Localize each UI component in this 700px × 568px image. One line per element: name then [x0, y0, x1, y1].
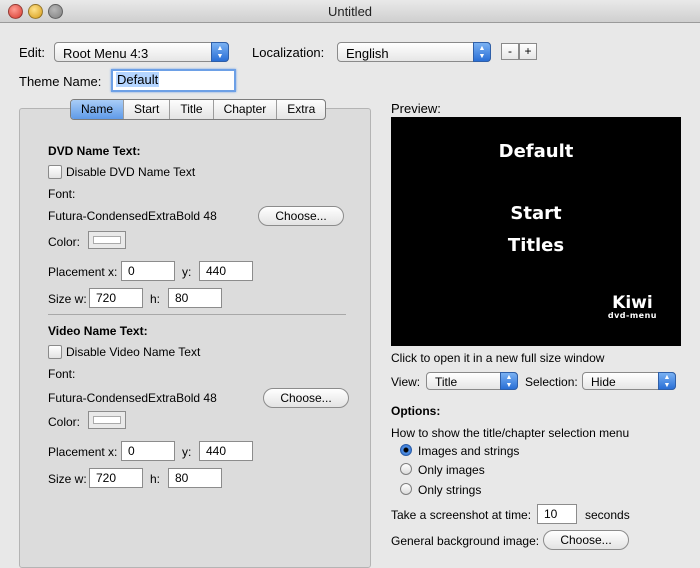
video-h-input[interactable]: 80 — [168, 468, 222, 488]
radio-only-strings-label: Only strings — [418, 483, 482, 497]
selection-popup[interactable]: Hide ▲ ▼ — [582, 372, 676, 390]
kiwi-logo: Kiwi dvd-menu — [607, 293, 657, 321]
kiwi-logo-subtext: dvd-menu — [607, 311, 657, 320]
disable-video-name-label: Disable Video Name Text — [66, 345, 201, 359]
dvd-h-input[interactable]: 80 — [168, 288, 222, 308]
video-font-label: Font: — [48, 367, 76, 381]
localization-popup[interactable]: English ▲ ▼ — [337, 42, 491, 62]
preview-titles-text: Titles — [507, 235, 565, 256]
video-y-label: y: — [182, 445, 192, 459]
video-font-value: Futura-CondensedExtraBold 48 — [48, 391, 217, 405]
radio-images-and-strings-label: Images and strings — [418, 444, 520, 458]
selection-label: Selection: — [525, 375, 578, 389]
preview-hint: Click to open it in a new full size wind… — [391, 351, 605, 365]
dvd-font-label: Font: — [48, 187, 76, 201]
dvd-x-input[interactable]: 0 — [121, 261, 175, 281]
radio-only-images[interactable] — [400, 463, 412, 475]
seconds-label: seconds — [585, 508, 630, 522]
dvd-y-input[interactable]: 440 — [199, 261, 253, 281]
tab-bar: Name Start Title Chapter Extra — [70, 99, 327, 120]
radio-only-images-label: Only images — [418, 463, 485, 477]
kiwi-logo-text: Kiwi — [612, 293, 653, 313]
tab-start[interactable]: Start — [124, 100, 171, 119]
video-placement-label: Placement x: — [48, 445, 118, 459]
preview-title-text: Default — [498, 141, 574, 162]
dvd-name-heading: DVD Name Text: — [48, 144, 141, 158]
radio-only-strings[interactable] — [400, 483, 412, 495]
preview-start-text: Start — [510, 203, 562, 224]
edit-label: Edit: — [19, 45, 46, 60]
options-question: How to show the title/chapter selection … — [391, 426, 630, 440]
section-divider — [48, 314, 346, 315]
view-value: Title — [435, 375, 458, 389]
tab-chapter[interactable]: Chapter — [214, 100, 278, 119]
background-choose-button[interactable]: Choose... — [543, 530, 629, 550]
tab-extra[interactable]: Extra — [277, 100, 325, 119]
options-heading: Options: — [391, 404, 441, 418]
preview-label: Preview: — [391, 101, 441, 116]
background-image-label: General background image: — [391, 534, 540, 548]
popup-arrows-icon: ▲ ▼ — [658, 372, 676, 390]
video-name-heading: Video Name Text: — [48, 324, 148, 338]
dvd-color-well[interactable] — [88, 231, 126, 249]
tab-title[interactable]: Title — [170, 100, 214, 119]
app-window: Untitled Edit: Root Menu 4:3 ▲ ▼ Localiza… — [0, 0, 700, 568]
video-color-label: Color: — [48, 415, 81, 429]
dvd-y-label: y: — [182, 265, 192, 279]
video-h-label: h: — [150, 472, 161, 486]
dvd-font-choose-button[interactable]: Choose... — [258, 206, 344, 226]
radio-images-and-strings[interactable] — [400, 444, 412, 456]
localization-label: Localization: — [252, 45, 325, 60]
add-localization-button[interactable]: + — [519, 43, 537, 60]
popup-arrows-icon: ▲ ▼ — [473, 42, 491, 62]
video-y-input[interactable]: 440 — [199, 441, 253, 461]
dvd-w-input[interactable]: 720 — [89, 288, 143, 308]
theme-name-value: Default — [116, 72, 160, 87]
screenshot-label: Take a screenshot at time: — [391, 508, 532, 522]
disable-dvd-name-label: Disable DVD Name Text — [66, 165, 196, 179]
window-title: Untitled — [327, 4, 373, 19]
title-bar: Untitled — [0, 0, 700, 23]
view-label: View: — [391, 375, 421, 389]
remove-localization-button[interactable]: - — [501, 43, 519, 60]
tab-name[interactable]: Name — [71, 100, 124, 119]
dvd-h-label: h: — [150, 292, 161, 306]
selection-value: Hide — [591, 375, 616, 389]
localization-value: English — [346, 46, 389, 61]
disable-video-name-checkbox[interactable] — [48, 345, 62, 359]
video-color-well[interactable] — [88, 411, 126, 429]
dvd-size-label: Size w: — [48, 292, 87, 306]
popup-arrows-icon: ▲ ▼ — [211, 42, 229, 62]
edit-menu-popup[interactable]: Root Menu 4:3 ▲ ▼ — [54, 42, 229, 62]
theme-name-label: Theme Name: — [19, 74, 102, 89]
video-w-input[interactable]: 720 — [89, 468, 143, 488]
dvd-font-value: Futura-CondensedExtraBold 48 — [48, 209, 217, 223]
video-font-choose-button[interactable]: Choose... — [263, 388, 349, 408]
dvd-placement-label: Placement x: — [48, 265, 118, 279]
theme-name-input[interactable]: Default — [111, 69, 236, 92]
screenshot-time-input[interactable]: 10 — [537, 504, 577, 524]
dvd-color-label: Color: — [48, 235, 81, 249]
video-size-label: Size w: — [48, 472, 87, 486]
disable-dvd-name-checkbox[interactable] — [48, 165, 62, 179]
edit-menu-value: Root Menu 4:3 — [63, 46, 149, 61]
popup-arrows-icon: ▲ ▼ — [500, 372, 518, 390]
view-popup[interactable]: Title ▲ ▼ — [426, 372, 518, 390]
preview-canvas[interactable]: Default Start Titles Kiwi dvd-menu — [391, 117, 681, 346]
video-x-input[interactable]: 0 — [121, 441, 175, 461]
